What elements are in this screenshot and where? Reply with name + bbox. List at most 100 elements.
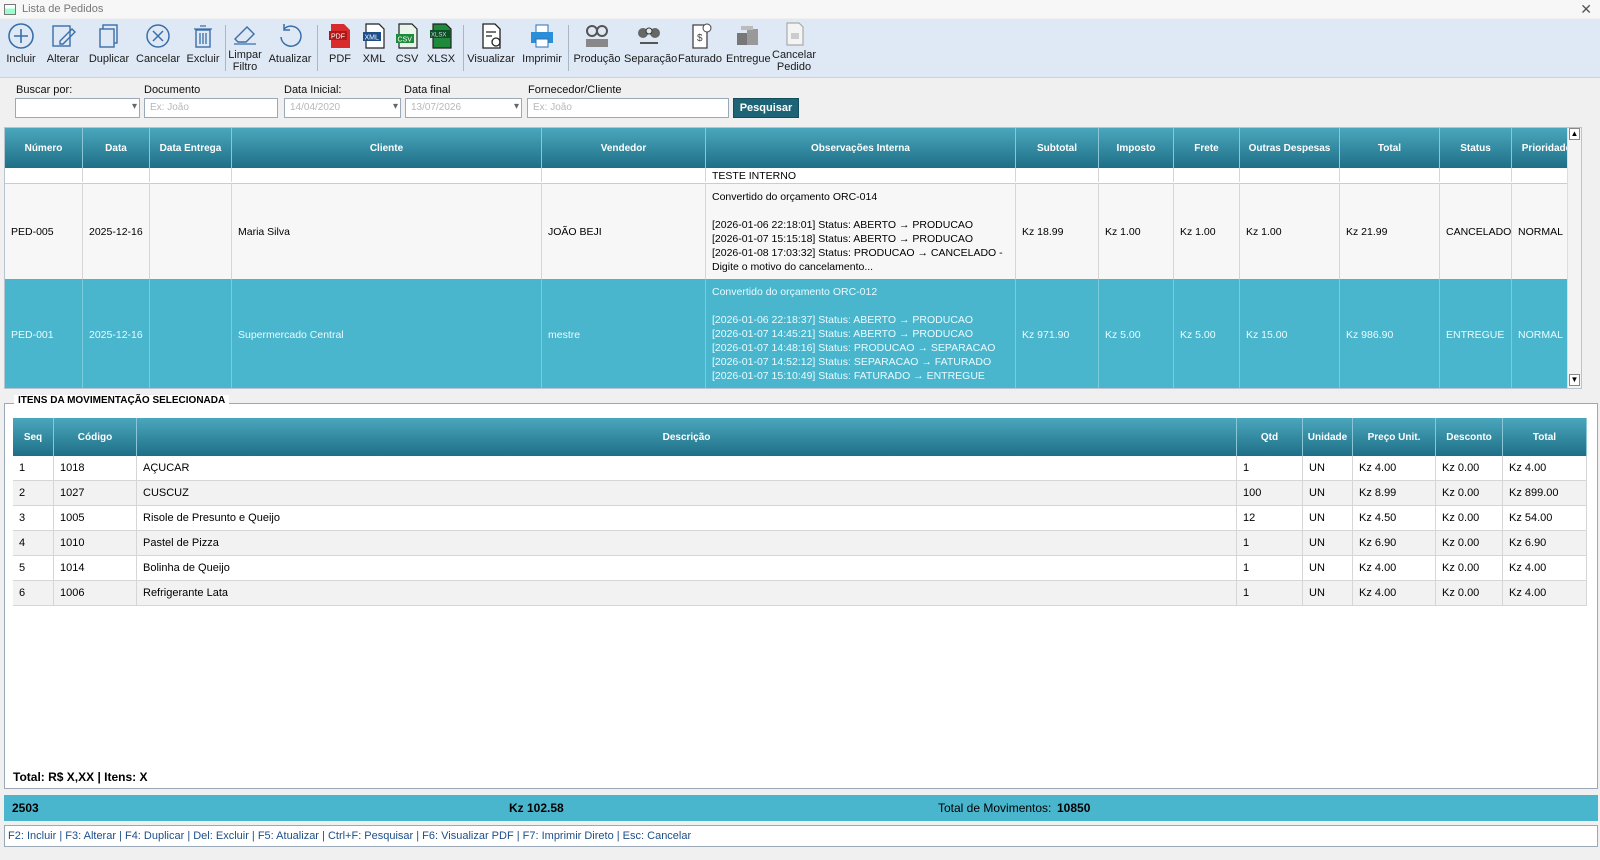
col-imposto[interactable]: Imposto xyxy=(1099,128,1174,168)
csv-button[interactable]: CSV CSV xyxy=(392,21,422,65)
producao-button[interactable]: Produção xyxy=(573,21,621,65)
production-gears-icon xyxy=(586,25,608,47)
atualizar-label: Atualizar xyxy=(268,53,312,65)
limpar-filtro-button[interactable]: Limpar Filtro xyxy=(226,21,264,73)
qtd-cell: 1 xyxy=(1237,581,1303,605)
items-total: Total: R$ X,XX | Itens: X xyxy=(13,770,148,784)
close-icon[interactable]: ✕ xyxy=(1580,1,1592,18)
svg-text:XML: XML xyxy=(365,35,380,42)
col-numero[interactable]: Número xyxy=(5,128,83,168)
qtd-cell: 1 xyxy=(1237,456,1303,480)
entregue-button[interactable]: Entregue xyxy=(726,21,771,65)
imprimir-label: Imprimir xyxy=(522,53,562,65)
table-row[interactable]: 4 1010 Pastel de Pizza 1 UN Kz 6.90 Kz 0… xyxy=(13,531,1587,556)
data-final-picker[interactable]: 13/07/2026 xyxy=(405,98,522,118)
col-outras-despesas[interactable]: Outras Despesas xyxy=(1240,128,1340,168)
preco-cell: Kz 4.00 xyxy=(1353,581,1436,605)
col-vendedor[interactable]: Vendedor xyxy=(542,128,706,168)
qtd-cell: 1 xyxy=(1237,556,1303,580)
pdf-label: PDF xyxy=(329,53,351,65)
imprimir-button[interactable]: Imprimir xyxy=(520,21,564,65)
total-cell: Kz 986.90 xyxy=(1340,279,1440,388)
table-row[interactable]: 2 1027 CUSCUZ 100 UN Kz 8.99 Kz 0.00 Kz … xyxy=(13,481,1587,506)
incluir-button[interactable]: Incluir xyxy=(4,21,38,65)
col-desconto[interactable]: Desconto xyxy=(1436,418,1503,456)
obs-cell: Convertido do orçamento ORC-012 [2026-01… xyxy=(706,279,1016,388)
app-icon xyxy=(4,3,16,15)
svg-text:CSV: CSV xyxy=(398,37,413,44)
scroll-down-icon[interactable]: ▼ xyxy=(1569,374,1580,386)
xml-button[interactable]: XML XML xyxy=(358,21,390,65)
col-unidade[interactable]: Unidade xyxy=(1303,418,1353,456)
obs-line: [2026-01-06 22:18:01] Status: ABERTO → P… xyxy=(712,219,974,231)
pdf-button[interactable]: PDF PDF xyxy=(323,21,357,65)
separation-icon xyxy=(638,27,660,44)
preview-document-icon xyxy=(482,23,501,49)
col-status[interactable]: Status xyxy=(1440,128,1512,168)
orders-header: Número Data Data Entrega Cliente Vendedo… xyxy=(5,128,1581,168)
col-descricao[interactable]: Descrição xyxy=(137,418,1237,456)
xlsx-button[interactable]: XLSX XLSX xyxy=(424,21,458,65)
codigo-cell: 1018 xyxy=(54,456,137,480)
obs-line: Digite o motivo do cancelamento... xyxy=(712,261,874,273)
table-row[interactable]: 3 1005 Risole de Presunto e Queijo 12 UN… xyxy=(13,506,1587,531)
col-cliente[interactable]: Cliente xyxy=(232,128,542,168)
table-row[interactable]: 1 1018 AÇUCAR 1 UN Kz 4.00 Kz 0.00 Kz 4.… xyxy=(13,456,1587,481)
documento-input[interactable]: Ex: João xyxy=(144,98,278,118)
delivered-boxes-icon xyxy=(737,26,758,45)
duplicar-label: Duplicar xyxy=(88,53,130,65)
desconto-cell: Kz 0.00 xyxy=(1436,481,1503,505)
scroll-up-icon[interactable]: ▲ xyxy=(1569,128,1580,140)
qtd-cell: 12 xyxy=(1237,506,1303,530)
col-seq[interactable]: Seq xyxy=(13,418,54,456)
unidade-cell: UN xyxy=(1303,506,1353,530)
vendedor-cell: JOÃO BEJI xyxy=(542,184,706,279)
csv-icon: CSV xyxy=(396,23,418,49)
col-subtotal[interactable]: Subtotal xyxy=(1016,128,1099,168)
subtotal-cell: Kz 971.90 xyxy=(1016,279,1099,388)
cancelar-pedido-button[interactable]: Cancelar Pedido xyxy=(772,21,816,73)
fornecedor-label: Fornecedor/Cliente xyxy=(528,84,622,96)
table-row[interactable]: 5 1014 Bolinha de Queijo 1 UN Kz 4.00 Kz… xyxy=(13,556,1587,581)
preco-cell: Kz 8.99 xyxy=(1353,481,1436,505)
refresh-icon xyxy=(280,24,302,47)
cancelar-button[interactable]: Cancelar xyxy=(136,21,180,65)
col-codigo[interactable]: Código xyxy=(54,418,137,456)
col-preco-unit[interactable]: Preço Unit. xyxy=(1353,418,1436,456)
buscar-select[interactable] xyxy=(15,98,140,118)
col-total[interactable]: Total xyxy=(1340,128,1440,168)
descricao-cell: CUSCUZ xyxy=(137,481,1237,505)
col-data-entrega[interactable]: Data Entrega xyxy=(150,128,232,168)
duplicar-button[interactable]: Duplicar xyxy=(86,21,132,65)
col-qtd[interactable]: Qtd xyxy=(1237,418,1303,456)
obs-line: Convertido do orçamento ORC-014 xyxy=(712,191,878,203)
table-row[interactable]: PED-005 2025-12-16 Maria Silva JOÃO BEJI… xyxy=(5,183,1581,279)
table-row-partial[interactable]: TESTE INTERNO xyxy=(5,168,1581,182)
unidade-cell: UN xyxy=(1303,481,1353,505)
fornecedor-input[interactable]: Ex: João xyxy=(527,98,729,118)
orders-grid: Número Data Data Entrega Cliente Vendedo… xyxy=(4,127,1582,389)
col-data[interactable]: Data xyxy=(83,128,150,168)
table-row[interactable]: 6 1006 Refrigerante Lata 1 UN Kz 4.00 Kz… xyxy=(13,581,1587,606)
orders-scrollbar[interactable]: ▲ ▼ xyxy=(1567,128,1581,388)
col-frete[interactable]: Frete xyxy=(1174,128,1240,168)
faturado-button[interactable]: $ Faturado xyxy=(678,21,722,65)
descricao-cell: AÇUCAR xyxy=(137,456,1237,480)
qtd-cell: 100 xyxy=(1237,481,1303,505)
table-row-selected[interactable]: PED-001 2025-12-16 Supermercado Central … xyxy=(5,279,1581,388)
col-observacoes[interactable]: Observações Interna xyxy=(706,128,1016,168)
data-inicial-label: Data Inicial: xyxy=(284,84,342,96)
obs-cell: TESTE INTERNO xyxy=(706,168,1016,182)
visualizar-label: Visualizar xyxy=(467,53,515,65)
data-inicial-picker[interactable]: 14/04/2020 xyxy=(284,98,401,118)
col-total[interactable]: Total xyxy=(1503,418,1587,456)
atualizar-button[interactable]: Atualizar xyxy=(267,21,313,65)
visualizar-button[interactable]: Visualizar xyxy=(466,21,516,65)
numero-cell: PED-005 xyxy=(5,184,83,279)
pesquisar-button[interactable]: Pesquisar xyxy=(733,98,799,118)
excluir-button[interactable]: Excluir xyxy=(184,21,222,65)
separacao-button[interactable]: Separação xyxy=(624,21,677,65)
alterar-button[interactable]: Alterar xyxy=(44,21,82,65)
outras-cell: Kz 1.00 xyxy=(1240,184,1340,279)
cancel-order-icon xyxy=(786,22,804,46)
